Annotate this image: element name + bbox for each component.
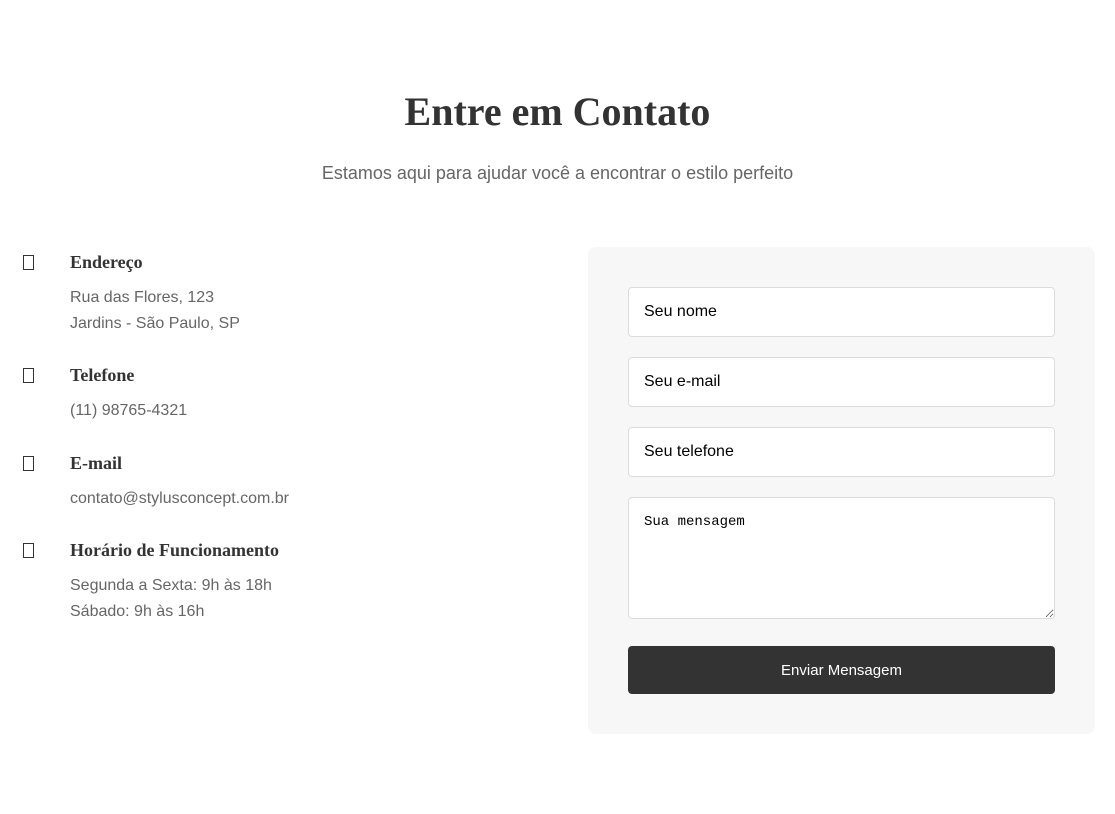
email-input[interactable] (628, 357, 1055, 407)
send-message-button[interactable]: Enviar Mensagem (628, 646, 1055, 694)
info-heading-hours: Horário de Funcionamento (70, 540, 279, 560)
hours-saturday: Sábado: 9h às 16h (70, 602, 205, 620)
info-heading-phone: Telefone (70, 365, 135, 385)
message-textarea[interactable] (628, 497, 1055, 619)
envelope-icon (23, 455, 34, 471)
info-item-email: E-mail contato@stylusconcept.com.br (20, 451, 540, 512)
phone-input[interactable] (628, 427, 1055, 477)
email-address: contato@stylusconcept.com.br (70, 489, 290, 507)
clock-icon (23, 543, 34, 558)
contact-info-list: Endereço Rua das Flores, 123 Jardins - S… (20, 250, 540, 624)
info-item-phone: Telefone (11) 98765-4321 (20, 363, 540, 424)
phone-icon (23, 368, 34, 383)
info-item-hours: Horário de Funcionamento Segunda a Sexta… (20, 538, 540, 624)
name-input[interactable] (628, 287, 1055, 337)
map-marker-icon (23, 255, 34, 270)
info-heading-address: Endereço (70, 252, 143, 272)
hours-weekdays: Segunda a Sexta: 9h às 18h (70, 577, 272, 594)
phone-number: (11) 98765-4321 (70, 402, 188, 419)
info-item-address: Endereço Rua das Flores, 123 Jardins - S… (20, 250, 540, 336)
page-title: Entre em Contato (404, 89, 711, 134)
address-line-street: Rua das Flores, 123 (70, 289, 215, 306)
page-subtitle: Estamos aqui para ajudar você a encontra… (321, 163, 794, 183)
address-line-city: Jardins - São Paulo, SP (70, 314, 240, 332)
contact-form: Enviar Mensagem (588, 247, 1095, 734)
info-heading-email: E-mail (70, 452, 122, 473)
